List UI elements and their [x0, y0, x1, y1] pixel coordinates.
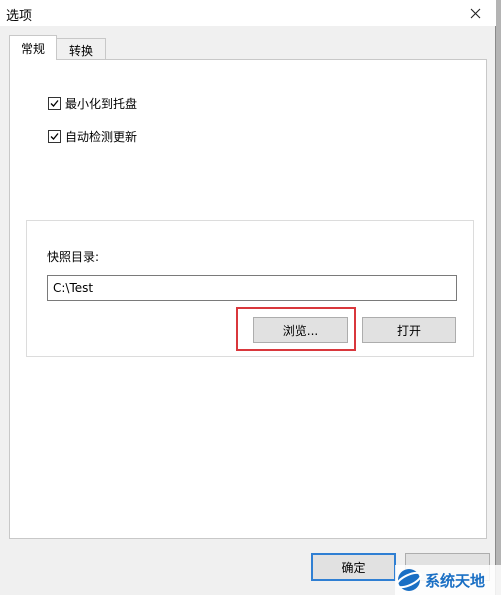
check-icon [50, 133, 59, 140]
window-title: 选项 [6, 9, 33, 24]
snapshot-dir-label: 快照目录: [47, 250, 100, 264]
tab-general[interactable]: 常规 [9, 35, 57, 60]
snapshot-path-input[interactable] [47, 275, 457, 301]
ok-button[interactable]: 确定 [311, 553, 396, 581]
snapshot-group: 快照目录: 浏览... 打开 [26, 220, 474, 357]
check-icon [50, 100, 59, 107]
browse-button[interactable]: 浏览... [253, 317, 348, 343]
title-bar: 选项 [0, 0, 496, 26]
auto-check-update-label: 自动检测更新 [65, 130, 138, 144]
auto-check-update-checkbox[interactable] [48, 130, 61, 143]
minimize-to-tray-row[interactable]: 最小化到托盘 [48, 95, 137, 112]
open-button[interactable]: 打开 [362, 317, 456, 343]
tab-convert[interactable]: 转换 [56, 38, 106, 60]
minimize-to-tray-checkbox[interactable] [48, 97, 61, 110]
auto-check-update-row[interactable]: 自动检测更新 [48, 128, 137, 145]
close-icon [470, 8, 480, 18]
globe-icon [396, 569, 422, 591]
watermark-text: 系统天地 [425, 571, 486, 590]
watermark-logo: 系统天地 [395, 565, 501, 595]
minimize-to-tray-label: 最小化到托盘 [65, 97, 138, 111]
close-button[interactable] [460, 0, 490, 26]
general-tab-panel: 最小化到托盘 自动检测更新 快照目录: 浏览... 打开 [9, 59, 487, 539]
options-dialog: 选项 转换 常规 最小化到托盘 自动检测更新 快照目录: C:\Test 浏览.… [0, 0, 496, 595]
